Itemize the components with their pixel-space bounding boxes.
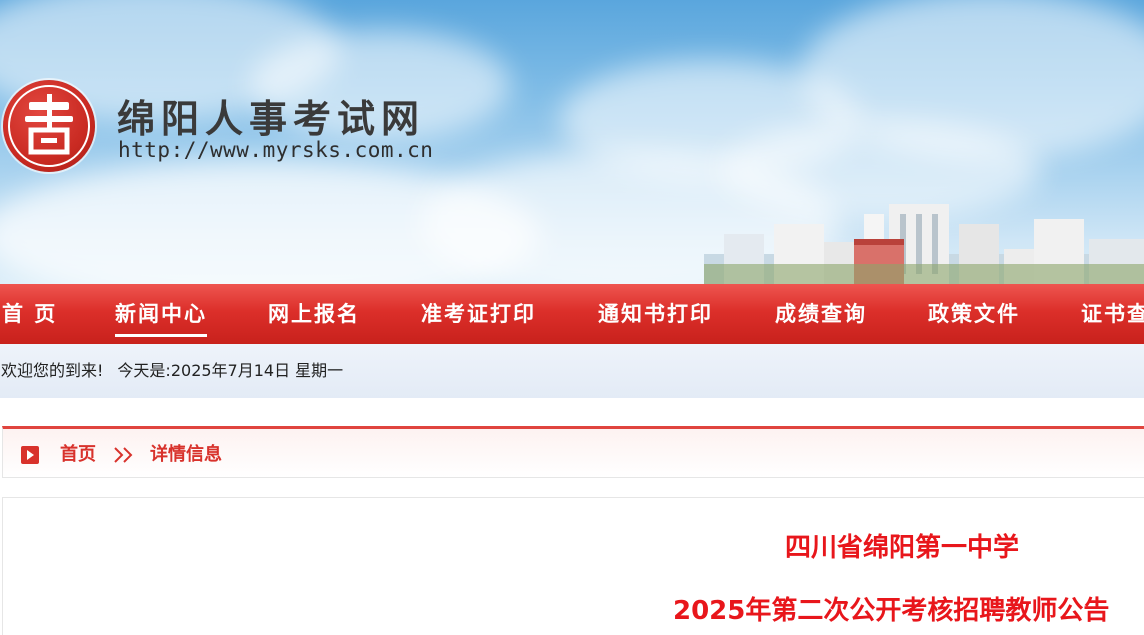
header-banner: 绵阳人事考试网 http://www.myrsks.com.cn bbox=[0, 0, 1144, 284]
double-chevron-right-icon bbox=[114, 447, 133, 463]
page: 绵阳人事考试网 http://www.myrsks.com.cn 首 页 新闻中… bbox=[0, 0, 1144, 635]
nav-item-certificate-query[interactable]: 证书查 bbox=[1081, 284, 1144, 344]
play-arrow-icon bbox=[21, 446, 39, 464]
nav-item-admission-ticket[interactable]: 准考证打印 bbox=[421, 284, 536, 344]
nav-item-score-query[interactable]: 成绩查询 bbox=[775, 284, 867, 344]
article-title-line2: 2025年第二次公开考核招聘教师公告 bbox=[673, 596, 1110, 626]
site-title: 绵阳人事考试网 bbox=[117, 96, 426, 141]
nav-item-online-registration[interactable]: 网上报名 bbox=[268, 284, 360, 344]
nav-item-policy-documents[interactable]: 政策文件 bbox=[928, 284, 1020, 344]
nav-item-news-center[interactable]: 新闻中心 bbox=[115, 284, 207, 344]
main-nav: 首 页 新闻中心 网上报名 准考证打印 通知书打印 成绩查询 政策文件 证书查 bbox=[0, 284, 1144, 344]
breadcrumb: 首页 详情信息 bbox=[2, 426, 1144, 478]
breadcrumb-current: 详情信息 bbox=[150, 444, 222, 465]
nav-item-notice-print[interactable]: 通知书打印 bbox=[598, 284, 713, 344]
welcome-bar: 欢迎您的到来! 今天是:2025年7月14日 星期一 bbox=[0, 344, 1144, 398]
welcome-greeting: 欢迎您的到来! bbox=[1, 361, 104, 380]
article-title-line1: 四川省绵阳第一中学 bbox=[784, 533, 1019, 563]
site-logo-icon[interactable] bbox=[3, 80, 95, 172]
date-label: 今天是: bbox=[117, 361, 171, 380]
nav-item-home[interactable]: 首 页 bbox=[2, 284, 57, 344]
site-url: http://www.myrsks.com.cn bbox=[118, 138, 434, 162]
city-skyline-image bbox=[704, 204, 1144, 284]
breadcrumb-home-link[interactable]: 首页 bbox=[60, 429, 96, 481]
date-value: 2025年7月14日 星期一 bbox=[170, 361, 344, 380]
